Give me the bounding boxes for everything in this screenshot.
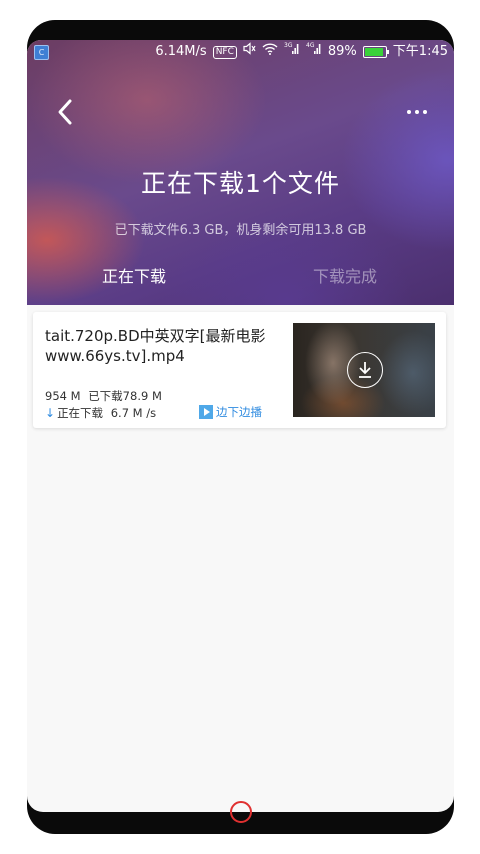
more-options-button[interactable] [402, 102, 432, 122]
downloaded-amount: 已下载78.9 M [88, 389, 162, 403]
download-status: ↓ 正在下载 6.7 M /s [45, 405, 156, 421]
tab-completed[interactable]: 下载完成 [255, 263, 435, 287]
play-icon [199, 405, 213, 419]
play-while-downloading-button[interactable]: 边下边播 [199, 404, 262, 420]
play-while-downloading-label: 边下边播 [216, 405, 262, 419]
status-bar-right: 6.14M/s NFC 3G 4G 89% 下午1:45 [149, 40, 448, 64]
wifi-icon [262, 40, 278, 64]
tab-downloading[interactable]: 正在下载 [44, 263, 224, 287]
nfc-icon: NFC [212, 45, 237, 59]
page-title: 正在下载1个文件 [141, 169, 340, 198]
download-item-card[interactable]: tait.720p.BD中英双字[最新电影www.66ys.tv].mp4 95… [33, 312, 446, 428]
signal-4g-icon: 4G [306, 40, 322, 64]
storage-summary: 已下载文件6.3 GB，机身剩余可用13.8 GB [114, 223, 367, 238]
file-size: 954 M [45, 389, 81, 403]
file-name: tait.720p.BD中英双字[最新电影www.66ys.tv].mp4 [45, 327, 266, 365]
mute-icon [243, 40, 256, 64]
download-speed: 6.7 M /s [110, 406, 157, 420]
battery-icon [362, 46, 389, 58]
network-3g-label: 3G [284, 42, 293, 49]
signal-3g-icon: 3G [284, 40, 300, 64]
network-4g-label: 4G [306, 42, 315, 49]
chevron-left-icon [58, 99, 72, 125]
status-text: 正在下载 [57, 406, 104, 420]
header: C 6.14M/s NFC 3G 4G 89% 下午1:45 正在下载1个文件 … [27, 40, 454, 305]
more-horizontal-icon [407, 110, 427, 114]
arrow-down-icon: ↓ [45, 406, 56, 420]
network-speed: 6.14M/s [155, 44, 207, 59]
back-button[interactable] [53, 96, 81, 128]
download-icon [359, 362, 371, 378]
status-bar: C 6.14M/s NFC 3G 4G 89% 下午1:45 [27, 40, 454, 64]
battery-percent: 89% [327, 44, 357, 59]
battery-fill [364, 48, 383, 56]
phone-frame: C 6.14M/s NFC 3G 4G 89% 下午1:45 正在下载1个文件 … [27, 20, 454, 834]
screen: C 6.14M/s NFC 3G 4G 89% 下午1:45 正在下载1个文件 … [27, 40, 454, 812]
home-button[interactable] [230, 801, 252, 823]
file-size-info: 954 M 已下载78.9 M [45, 388, 162, 404]
app-notification-icon: C [34, 45, 49, 60]
download-button[interactable] [347, 352, 383, 388]
clock: 下午1:45 [392, 44, 448, 59]
video-thumbnail[interactable] [293, 323, 435, 417]
